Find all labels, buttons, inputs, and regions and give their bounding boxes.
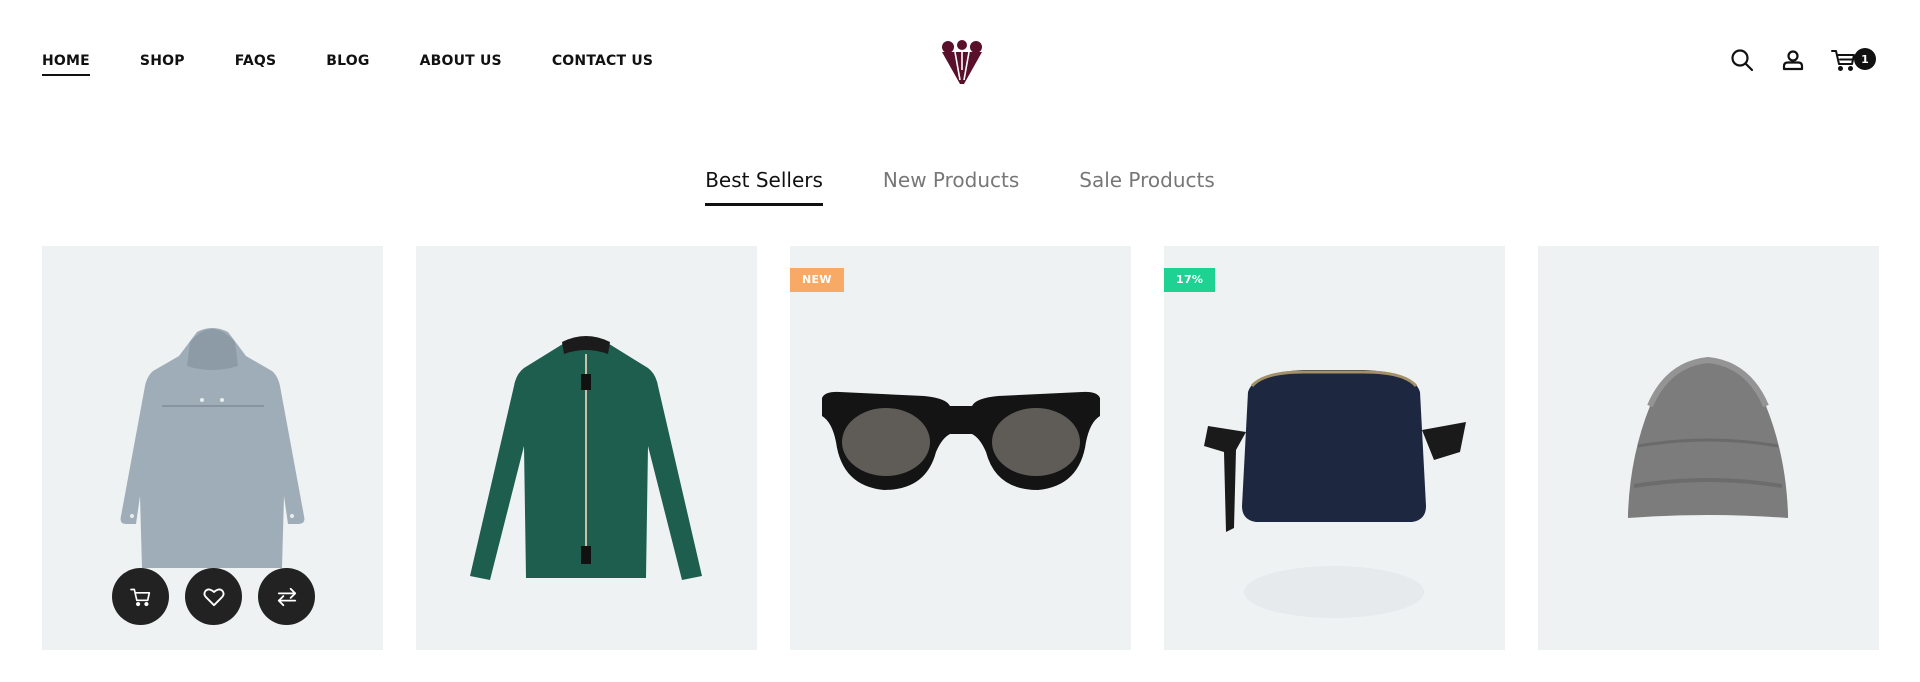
nav-item-contact-us[interactable]: CONTACT US xyxy=(552,52,653,74)
header-actions: 1 xyxy=(1705,46,1880,74)
product-grid: NEW 17% xyxy=(42,246,1879,650)
search-icon[interactable] xyxy=(1728,46,1756,74)
nav-item-shop[interactable]: SHOP xyxy=(140,52,185,74)
site-header: HOME SHOP FAQS BLOG ABOUT US CONTACT US xyxy=(0,0,1920,124)
main-nav: HOME SHOP FAQS BLOG ABOUT US CONTACT US xyxy=(42,52,703,76)
product-image-sunglasses[interactable] xyxy=(790,246,1131,650)
compare-icon[interactable] xyxy=(258,568,315,625)
tab-sale-products[interactable]: Sale Products xyxy=(1079,168,1215,206)
cart-count-badge: 1 xyxy=(1854,48,1876,70)
heart-icon[interactable] xyxy=(185,568,242,625)
product-image-toiletry-bag[interactable] xyxy=(1164,246,1505,650)
add-to-cart-icon[interactable] xyxy=(112,568,169,625)
user-icon[interactable] xyxy=(1779,46,1807,74)
product-image-beanie[interactable] xyxy=(1538,246,1879,650)
product-card-toiletry-bag[interactable]: 17% xyxy=(1164,246,1505,650)
tab-best-sellers[interactable]: Best Sellers xyxy=(705,168,823,206)
nav-item-faqs[interactable]: FAQS xyxy=(235,52,277,74)
product-card-beanie[interactable] xyxy=(1538,246,1879,650)
product-image-green-jacket[interactable] xyxy=(416,246,757,650)
tab-new-products[interactable]: New Products xyxy=(883,168,1019,206)
product-card-raincoat[interactable] xyxy=(42,246,383,650)
product-card-green-jacket[interactable] xyxy=(416,246,757,650)
nav-item-blog[interactable]: BLOG xyxy=(326,52,369,74)
brand-logo-icon[interactable] xyxy=(940,40,984,86)
cart-button[interactable]: 1 xyxy=(1830,46,1880,74)
nav-item-home[interactable]: HOME xyxy=(42,52,90,76)
product-actions xyxy=(112,568,331,625)
product-tabs: Best Sellers New Products Sale Products xyxy=(0,168,1920,206)
product-card-sunglasses[interactable]: NEW xyxy=(790,246,1131,650)
nav-item-about-us[interactable]: ABOUT US xyxy=(420,52,502,74)
